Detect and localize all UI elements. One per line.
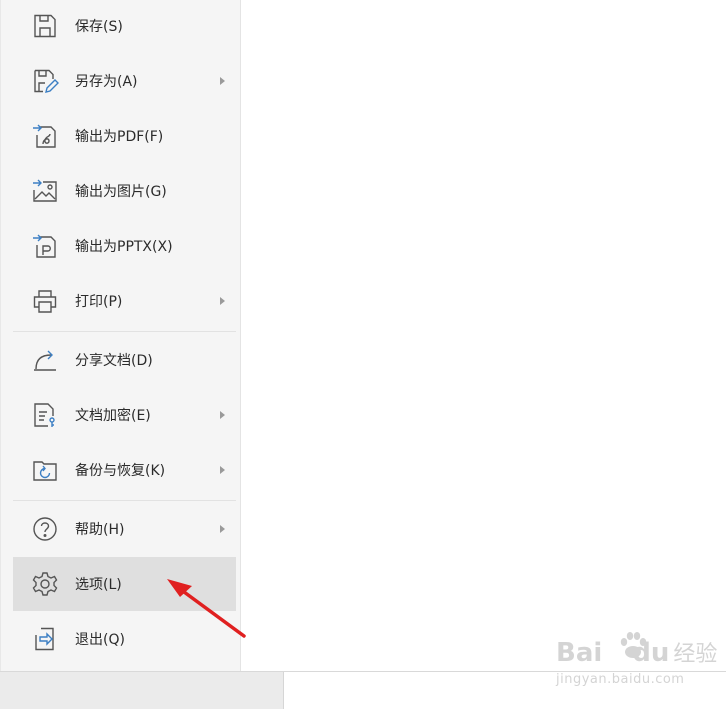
submenu-arrow-icon <box>220 525 225 533</box>
menu-item-label: 选项(L) <box>75 577 122 593</box>
share-icon <box>31 346 59 374</box>
menu-item-label: 分享文档(D) <box>75 353 153 369</box>
exit-icon <box>31 625 59 653</box>
menu-item-label: 打印(P) <box>75 294 123 310</box>
save-icon <box>31 12 59 40</box>
status-area <box>0 672 283 709</box>
menu-item-export-image[interactable]: 输出为图片(G) <box>13 164 236 218</box>
menu-item-backup[interactable]: 备份与恢复(K) <box>13 443 236 497</box>
status-divider <box>283 672 284 709</box>
menu-item-label: 退出(Q) <box>75 632 125 648</box>
menu-item-label: 输出为PPTX(X) <box>75 239 173 255</box>
watermark-url: jingyan.baidu.com <box>556 672 685 687</box>
menu-item-share[interactable]: 分享文档(D) <box>13 333 236 387</box>
menu-separator <box>13 500 236 501</box>
menu-item-export-pptx[interactable]: 输出为PPTX(X) <box>13 219 236 273</box>
backup-restore-icon <box>31 456 59 484</box>
annotation-arrow <box>167 579 246 638</box>
submenu-arrow-icon <box>220 411 225 419</box>
menu-item-label: 另存为(A) <box>75 74 138 90</box>
save-as-icon <box>31 67 59 95</box>
menu-item-save[interactable]: 保存(S) <box>13 0 236 53</box>
help-icon <box>31 515 59 543</box>
menu-item-label: 文档加密(E) <box>75 408 151 424</box>
baidu-watermark: Bai du 经验 jingyan.baidu.com <box>556 628 717 690</box>
menu-item-label: 保存(S) <box>75 19 123 35</box>
export-pdf-icon <box>31 122 59 150</box>
menu-item-print[interactable]: 打印(P) <box>13 274 236 328</box>
document-lock-icon <box>31 401 59 429</box>
export-image-icon <box>31 177 59 205</box>
menu-item-label: 帮助(H) <box>75 522 125 538</box>
paw-icon <box>620 632 647 658</box>
menu-item-label: 备份与恢复(K) <box>75 463 166 479</box>
menu-item-help[interactable]: 帮助(H) <box>13 502 236 556</box>
menu-item-encrypt[interactable]: 文档加密(E) <box>13 388 236 442</box>
submenu-arrow-icon <box>220 297 225 305</box>
menu-item-save-as[interactable]: 另存为(A) <box>13 54 236 108</box>
printer-icon <box>31 287 59 315</box>
menu-item-label: 输出为图片(G) <box>75 184 167 200</box>
submenu-arrow-icon <box>220 77 225 85</box>
gear-icon <box>31 570 59 598</box>
menu-item-label: 输出为PDF(F) <box>75 129 164 145</box>
export-pptx-icon <box>31 232 59 260</box>
menu-item-export-pdf[interactable]: 输出为PDF(F) <box>13 109 236 163</box>
submenu-arrow-icon <box>220 466 225 474</box>
menu-separator <box>13 331 236 332</box>
